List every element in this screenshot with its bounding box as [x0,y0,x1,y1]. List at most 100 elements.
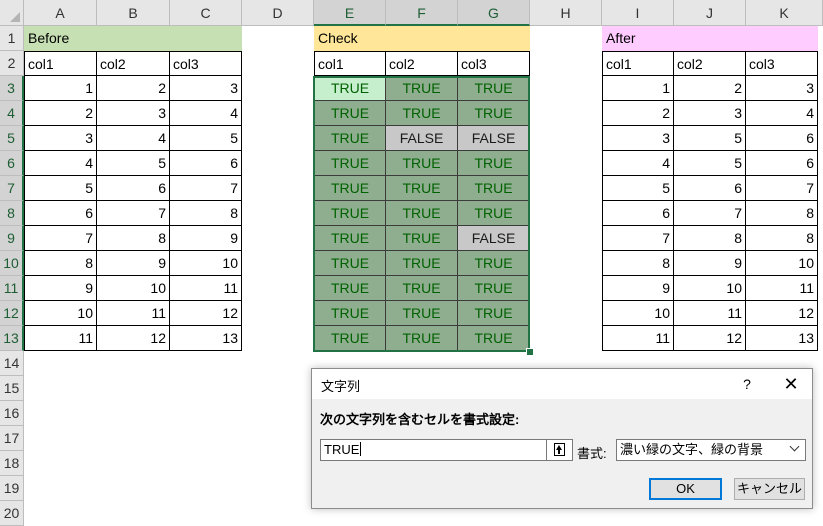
check-header-cell[interactable]: col1 [314,51,386,76]
before-cell[interactable]: 6 [170,151,242,176]
before-cell[interactable]: 11 [170,276,242,301]
check-cell[interactable]: TRUE [458,276,530,301]
before-cell[interactable]: 11 [24,326,97,351]
row-header-11[interactable]: 11 [0,276,24,301]
before-cell[interactable]: 6 [97,176,170,201]
check-cell[interactable]: TRUE [314,251,386,276]
after-cell[interactable]: 3 [602,126,674,151]
after-cell[interactable]: 8 [746,226,818,251]
fill-handle[interactable] [526,348,534,356]
after-cell[interactable]: 12 [674,326,746,351]
row-header-2[interactable]: 2 [0,51,24,76]
before-cell[interactable]: 11 [97,301,170,326]
after-cell[interactable]: 4 [746,101,818,126]
check-cell[interactable]: TRUE [314,101,386,126]
before-cell[interactable]: 4 [170,101,242,126]
after-cell[interactable]: 5 [674,126,746,151]
after-header-cell[interactable]: col3 [746,51,818,76]
column-header-i[interactable]: I [602,0,674,26]
range-select-button[interactable] [546,440,572,460]
ok-button[interactable]: OK [649,478,722,500]
before-cell[interactable]: 5 [170,126,242,151]
check-cell[interactable]: FALSE [458,126,530,151]
after-cell[interactable]: 2 [674,76,746,101]
after-cell[interactable]: 11 [746,276,818,301]
row-header-10[interactable]: 10 [0,251,24,276]
column-header-c[interactable]: C [170,0,242,26]
after-cell[interactable]: 6 [746,151,818,176]
before-header-cell[interactable]: col2 [97,51,170,76]
check-cell[interactable]: TRUE [314,301,386,326]
row-header-4[interactable]: 4 [0,101,24,126]
after-cell[interactable]: 6 [602,201,674,226]
before-cell[interactable]: 3 [97,101,170,126]
after-cell[interactable]: 3 [746,76,818,101]
before-cell[interactable]: 7 [170,176,242,201]
column-header-h[interactable]: H [530,0,602,26]
text-input[interactable]: TRUE [320,439,573,461]
after-cell[interactable]: 11 [674,301,746,326]
check-cell[interactable]: TRUE [386,301,458,326]
check-cell[interactable]: TRUE [314,176,386,201]
after-cell[interactable]: 13 [746,326,818,351]
after-cell[interactable]: 8 [602,251,674,276]
before-cell[interactable]: 2 [97,76,170,101]
check-cell[interactable]: TRUE [458,301,530,326]
before-cell[interactable]: 3 [170,76,242,101]
after-cell[interactable]: 1 [602,76,674,101]
after-cell[interactable]: 7 [602,226,674,251]
row-header-5[interactable]: 5 [0,126,24,151]
column-header-g[interactable]: G [458,0,530,26]
row-header-7[interactable]: 7 [0,176,24,201]
after-cell[interactable]: 8 [746,201,818,226]
after-cell[interactable]: 6 [746,126,818,151]
check-cell[interactable]: TRUE [386,276,458,301]
check-cell[interactable]: TRUE [458,101,530,126]
row-header-17[interactable]: 17 [0,426,24,451]
after-cell[interactable]: 5 [674,151,746,176]
row-header-13[interactable]: 13 [0,326,24,351]
after-cell[interactable]: 2 [602,101,674,126]
check-cell[interactable]: TRUE [314,226,386,251]
before-cell[interactable]: 5 [97,151,170,176]
check-cell[interactable]: FALSE [458,226,530,251]
check-cell[interactable]: TRUE [314,276,386,301]
check-cell[interactable]: TRUE [458,201,530,226]
row-header-16[interactable]: 16 [0,401,24,426]
before-cell[interactable]: 10 [97,276,170,301]
before-cell[interactable]: 9 [170,226,242,251]
before-header-cell[interactable]: col3 [170,51,242,76]
before-cell[interactable]: 9 [24,276,97,301]
before-cell[interactable]: 9 [97,251,170,276]
after-cell[interactable]: 10 [602,301,674,326]
cancel-button[interactable]: キャンセル [734,478,805,500]
check-cell[interactable]: TRUE [386,176,458,201]
check-cell[interactable]: TRUE [314,76,386,101]
check-cell[interactable]: TRUE [386,101,458,126]
after-header-cell[interactable]: col1 [602,51,674,76]
column-header-d[interactable]: D [242,0,314,26]
before-cell[interactable]: 10 [24,301,97,326]
check-cell[interactable]: TRUE [458,76,530,101]
after-cell[interactable]: 11 [602,326,674,351]
check-header-cell[interactable]: col2 [386,51,458,76]
column-header-a[interactable]: A [24,0,97,26]
check-cell[interactable]: TRUE [458,251,530,276]
after-cell[interactable]: 9 [602,276,674,301]
before-cell[interactable]: 7 [24,226,97,251]
after-title[interactable]: After [602,26,818,51]
check-cell[interactable]: TRUE [386,326,458,351]
after-cell[interactable]: 3 [674,101,746,126]
check-cell[interactable]: TRUE [386,201,458,226]
after-cell[interactable]: 7 [746,176,818,201]
after-cell[interactable]: 4 [602,151,674,176]
before-cell[interactable]: 13 [170,326,242,351]
row-header-18[interactable]: 18 [0,451,24,476]
row-header-9[interactable]: 9 [0,226,24,251]
close-button[interactable]: ✕ [780,373,802,395]
before-title[interactable]: Before [24,26,242,51]
row-header-6[interactable]: 6 [0,151,24,176]
after-cell[interactable]: 10 [674,276,746,301]
before-cell[interactable]: 6 [24,201,97,226]
check-cell[interactable]: TRUE [314,326,386,351]
